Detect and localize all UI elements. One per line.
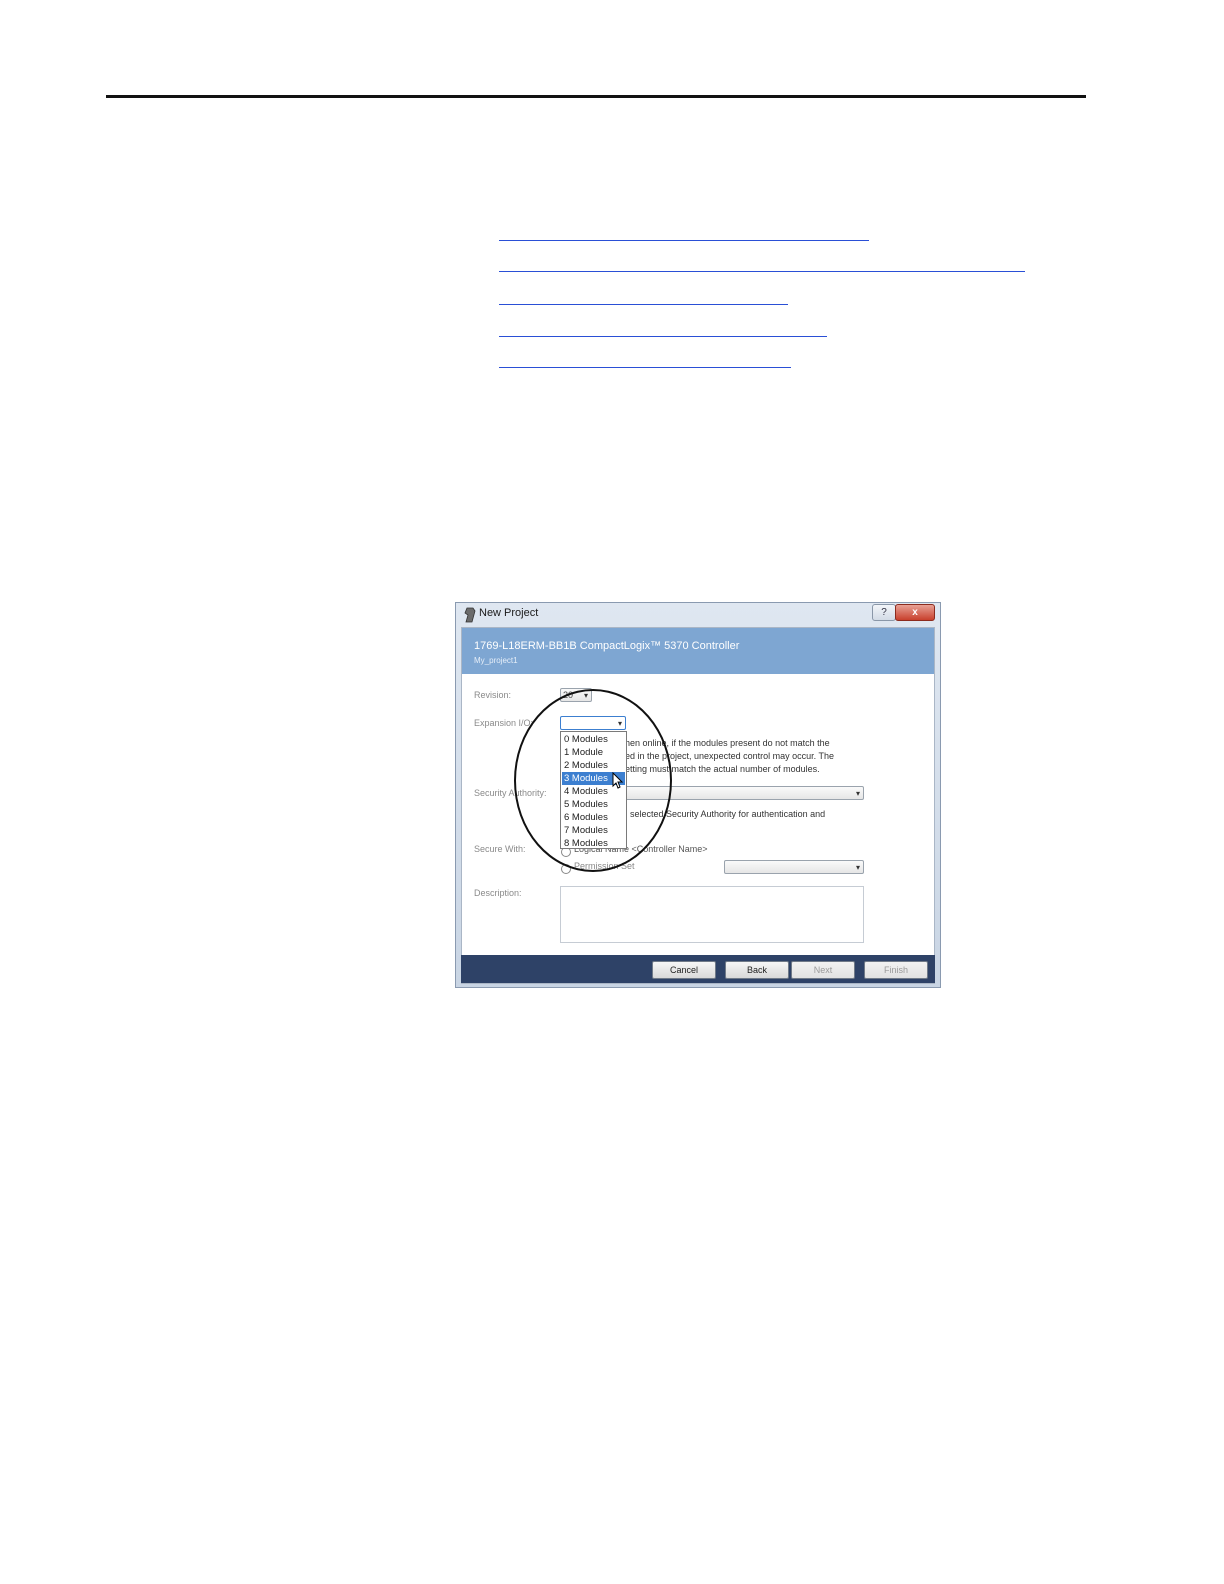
controller-banner: 1769-L18ERM-BB1B CompactLogix™ 5370 Cont… bbox=[462, 628, 934, 674]
dialog-footer: Cancel Back Next Finish bbox=[461, 955, 935, 983]
dropdown-option[interactable]: 1 Module bbox=[562, 746, 625, 759]
dropdown-option[interactable]: 2 Modules bbox=[562, 759, 625, 772]
revision-value: 20 bbox=[563, 690, 574, 700]
controller-name: 1769-L18ERM-BB1B CompactLogix™ 5370 Cont… bbox=[474, 640, 740, 652]
permission-set-select[interactable]: ▾ bbox=[724, 860, 864, 874]
revision-select[interactable]: 20 ▾ bbox=[560, 688, 592, 702]
dialog-titlebar: New Project ? x bbox=[456, 603, 940, 627]
help-button[interactable]: ? bbox=[872, 604, 896, 621]
link-underline-5[interactable] bbox=[499, 367, 791, 368]
dialog-client-area: 1769-L18ERM-BB1B CompactLogix™ 5370 Cont… bbox=[461, 627, 935, 984]
permission-set-radio[interactable] bbox=[561, 864, 571, 874]
chevron-down-icon: ▾ bbox=[855, 789, 860, 798]
description-label: Description: bbox=[474, 888, 522, 898]
project-name: My_project1 bbox=[474, 656, 518, 665]
dialog-title: New Project bbox=[479, 607, 539, 619]
back-button[interactable]: Back bbox=[725, 961, 789, 979]
expansion-io-label: Expansion I/O: bbox=[474, 718, 534, 728]
security-note: selected Security Authority for authenti… bbox=[630, 809, 826, 819]
dropdown-option[interactable]: 7 Modules bbox=[562, 824, 625, 837]
link-underline-3[interactable] bbox=[499, 304, 788, 305]
dropdown-option[interactable]: 6 Modules bbox=[562, 811, 625, 824]
expansion-warning-line-1: hen online, if the modules present do no… bbox=[625, 738, 830, 748]
app-icon bbox=[464, 607, 476, 623]
expansion-warning-line-2: ed in the project, unexpected control ma… bbox=[625, 751, 834, 761]
dropdown-option[interactable]: 0 Modules bbox=[562, 733, 625, 746]
link-underline-1[interactable] bbox=[499, 240, 869, 241]
revision-label: Revision: bbox=[474, 690, 512, 700]
description-textarea[interactable] bbox=[560, 886, 864, 943]
secure-with-label: Secure With: bbox=[474, 844, 526, 854]
expansion-io-select[interactable]: ▾ bbox=[560, 716, 626, 730]
cancel-button[interactable]: Cancel bbox=[652, 961, 716, 979]
close-button[interactable]: x bbox=[895, 604, 935, 621]
expansion-warning-line-3: etting must match the actual number of m… bbox=[625, 764, 820, 774]
chevron-down-icon: ▾ bbox=[583, 691, 588, 700]
expansion-io-dropdown-list: 0 Modules 1 Module 2 Modules 3 Modules 4… bbox=[560, 731, 627, 849]
permission-set-option: Permission Set bbox=[574, 861, 635, 871]
chevron-down-icon: ▾ bbox=[617, 719, 622, 728]
header-rule bbox=[106, 95, 1086, 98]
next-button[interactable]: Next bbox=[791, 961, 855, 979]
dropdown-option[interactable]: 5 Modules bbox=[562, 798, 625, 811]
link-underline-4[interactable] bbox=[499, 336, 827, 337]
chevron-down-icon: ▾ bbox=[855, 863, 860, 872]
finish-button[interactable]: Finish bbox=[864, 961, 928, 979]
link-underline-2[interactable] bbox=[499, 271, 1025, 272]
new-project-dialog: New Project ? x 1769-L18ERM-BB1B Compact… bbox=[455, 602, 941, 988]
mouse-cursor-icon bbox=[612, 772, 624, 789]
dropdown-option[interactable]: 8 Modules bbox=[562, 837, 625, 850]
security-authority-label: Security Authority: bbox=[474, 788, 547, 798]
